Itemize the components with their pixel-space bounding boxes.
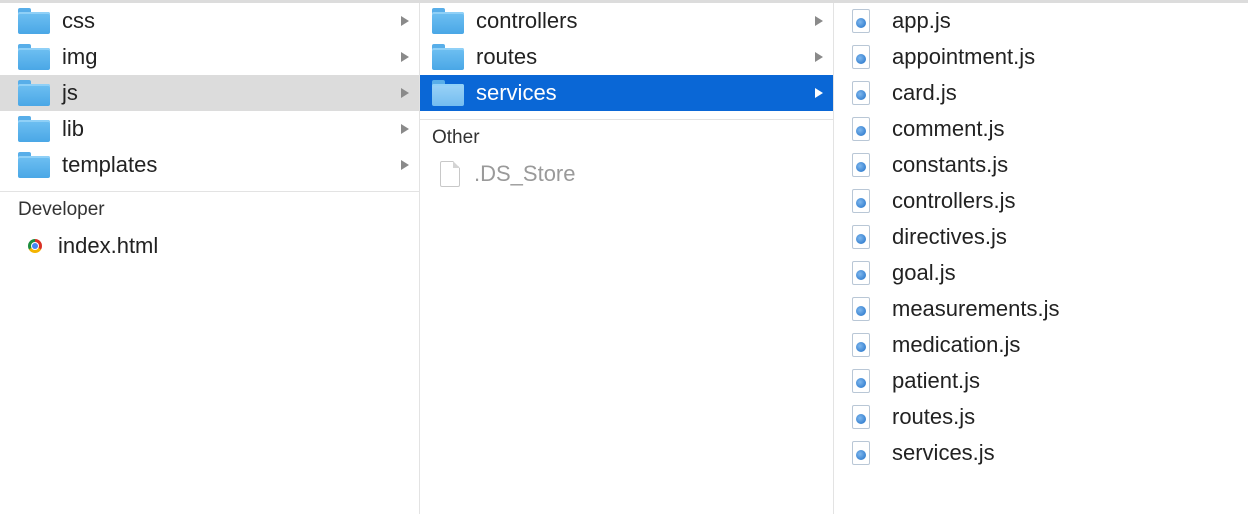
file-label: index.html bbox=[58, 233, 159, 258]
js-file-icon bbox=[852, 261, 870, 285]
column-root[interactable]: css img js lib templates Developer index… bbox=[0, 3, 420, 514]
file-row-controllers-js[interactable]: controllers.js bbox=[834, 183, 1248, 219]
file-row-ds-store[interactable]: .DS_Store bbox=[420, 156, 833, 192]
section-header-other: Other bbox=[432, 127, 480, 148]
finder-column-view: css img js lib templates Developer index… bbox=[0, 0, 1248, 514]
folder-row-routes[interactable]: routes bbox=[420, 39, 833, 75]
js-file-icon bbox=[852, 81, 870, 105]
disclosure-arrow-icon bbox=[401, 52, 409, 62]
disclosure-arrow-icon bbox=[401, 124, 409, 134]
js-file-icon bbox=[852, 153, 870, 177]
folder-row-img[interactable]: img bbox=[0, 39, 419, 75]
disclosure-arrow-icon bbox=[401, 88, 409, 98]
column-services[interactable]: app.js appointment.js card.js comment.js… bbox=[834, 3, 1248, 514]
file-row-services-js[interactable]: services.js bbox=[834, 435, 1248, 471]
disclosure-arrow-icon bbox=[815, 52, 823, 62]
file-label: controllers.js bbox=[892, 188, 1016, 213]
folder-icon bbox=[432, 44, 464, 70]
js-file-icon bbox=[852, 333, 870, 357]
folder-label: lib bbox=[62, 116, 85, 141]
document-icon bbox=[440, 161, 460, 187]
file-row-goal-js[interactable]: goal.js bbox=[834, 255, 1248, 291]
folder-row-js[interactable]: js bbox=[0, 75, 419, 111]
file-row-directives-js[interactable]: directives.js bbox=[834, 219, 1248, 255]
disclosure-arrow-icon bbox=[815, 88, 823, 98]
file-row-appointment-js[interactable]: appointment.js bbox=[834, 39, 1248, 75]
disclosure-arrow-icon bbox=[401, 160, 409, 170]
file-row-comment-js[interactable]: comment.js bbox=[834, 111, 1248, 147]
file-row-index-html[interactable]: index.html bbox=[0, 228, 419, 264]
js-file-icon bbox=[852, 441, 870, 465]
column-js[interactable]: controllers routes services Other .DS_St… bbox=[420, 3, 834, 514]
folder-row-controllers[interactable]: controllers bbox=[420, 3, 833, 39]
folder-icon bbox=[18, 152, 50, 178]
file-row-patient-js[interactable]: patient.js bbox=[834, 363, 1248, 399]
js-file-icon bbox=[852, 117, 870, 141]
file-label: goal.js bbox=[892, 260, 956, 285]
file-row-medication-js[interactable]: medication.js bbox=[834, 327, 1248, 363]
folder-label: services bbox=[476, 80, 557, 105]
file-row-constants-js[interactable]: constants.js bbox=[834, 147, 1248, 183]
file-label: card.js bbox=[892, 80, 957, 105]
file-label: comment.js bbox=[892, 116, 1005, 141]
folder-icon bbox=[18, 8, 50, 34]
folder-row-lib[interactable]: lib bbox=[0, 111, 419, 147]
folder-row-css[interactable]: css bbox=[0, 3, 419, 39]
file-label: patient.js bbox=[892, 368, 981, 393]
js-file-icon bbox=[852, 405, 870, 429]
file-label: medication.js bbox=[892, 332, 1021, 357]
file-row-app-js[interactable]: app.js bbox=[834, 3, 1248, 39]
folder-label: img bbox=[62, 44, 98, 69]
file-label: app.js bbox=[892, 8, 951, 33]
section-header-developer: Developer bbox=[18, 199, 105, 220]
folder-icon bbox=[18, 80, 50, 106]
folder-label: templates bbox=[62, 152, 158, 177]
file-row-measurements-js[interactable]: measurements.js bbox=[834, 291, 1248, 327]
file-label: .DS_Store bbox=[474, 161, 576, 186]
file-label: constants.js bbox=[892, 152, 1009, 177]
folder-row-services[interactable]: services bbox=[420, 75, 833, 111]
folder-label: controllers bbox=[476, 8, 578, 33]
folder-label: css bbox=[62, 8, 95, 33]
folder-icon bbox=[18, 116, 50, 142]
file-row-routes-js[interactable]: routes.js bbox=[834, 399, 1248, 435]
file-label: services.js bbox=[892, 440, 995, 465]
js-file-icon bbox=[852, 297, 870, 321]
file-label: measurements.js bbox=[892, 296, 1060, 321]
js-file-icon bbox=[852, 9, 870, 33]
disclosure-arrow-icon bbox=[401, 16, 409, 26]
js-file-icon bbox=[852, 225, 870, 249]
file-label: appointment.js bbox=[892, 44, 1036, 69]
folder-label: routes bbox=[476, 44, 538, 69]
folder-icon bbox=[432, 80, 464, 106]
file-row-card-js[interactable]: card.js bbox=[834, 75, 1248, 111]
disclosure-arrow-icon bbox=[815, 16, 823, 26]
file-label: directives.js bbox=[892, 224, 1007, 249]
js-file-icon bbox=[852, 369, 870, 393]
js-file-icon bbox=[852, 189, 870, 213]
js-file-icon bbox=[852, 45, 870, 69]
folder-icon bbox=[18, 44, 50, 70]
folder-icon bbox=[432, 8, 464, 34]
chrome-html-icon bbox=[28, 239, 42, 253]
folder-row-templates[interactable]: templates bbox=[0, 147, 419, 183]
folder-label: js bbox=[62, 80, 78, 105]
file-label: routes.js bbox=[892, 404, 976, 429]
